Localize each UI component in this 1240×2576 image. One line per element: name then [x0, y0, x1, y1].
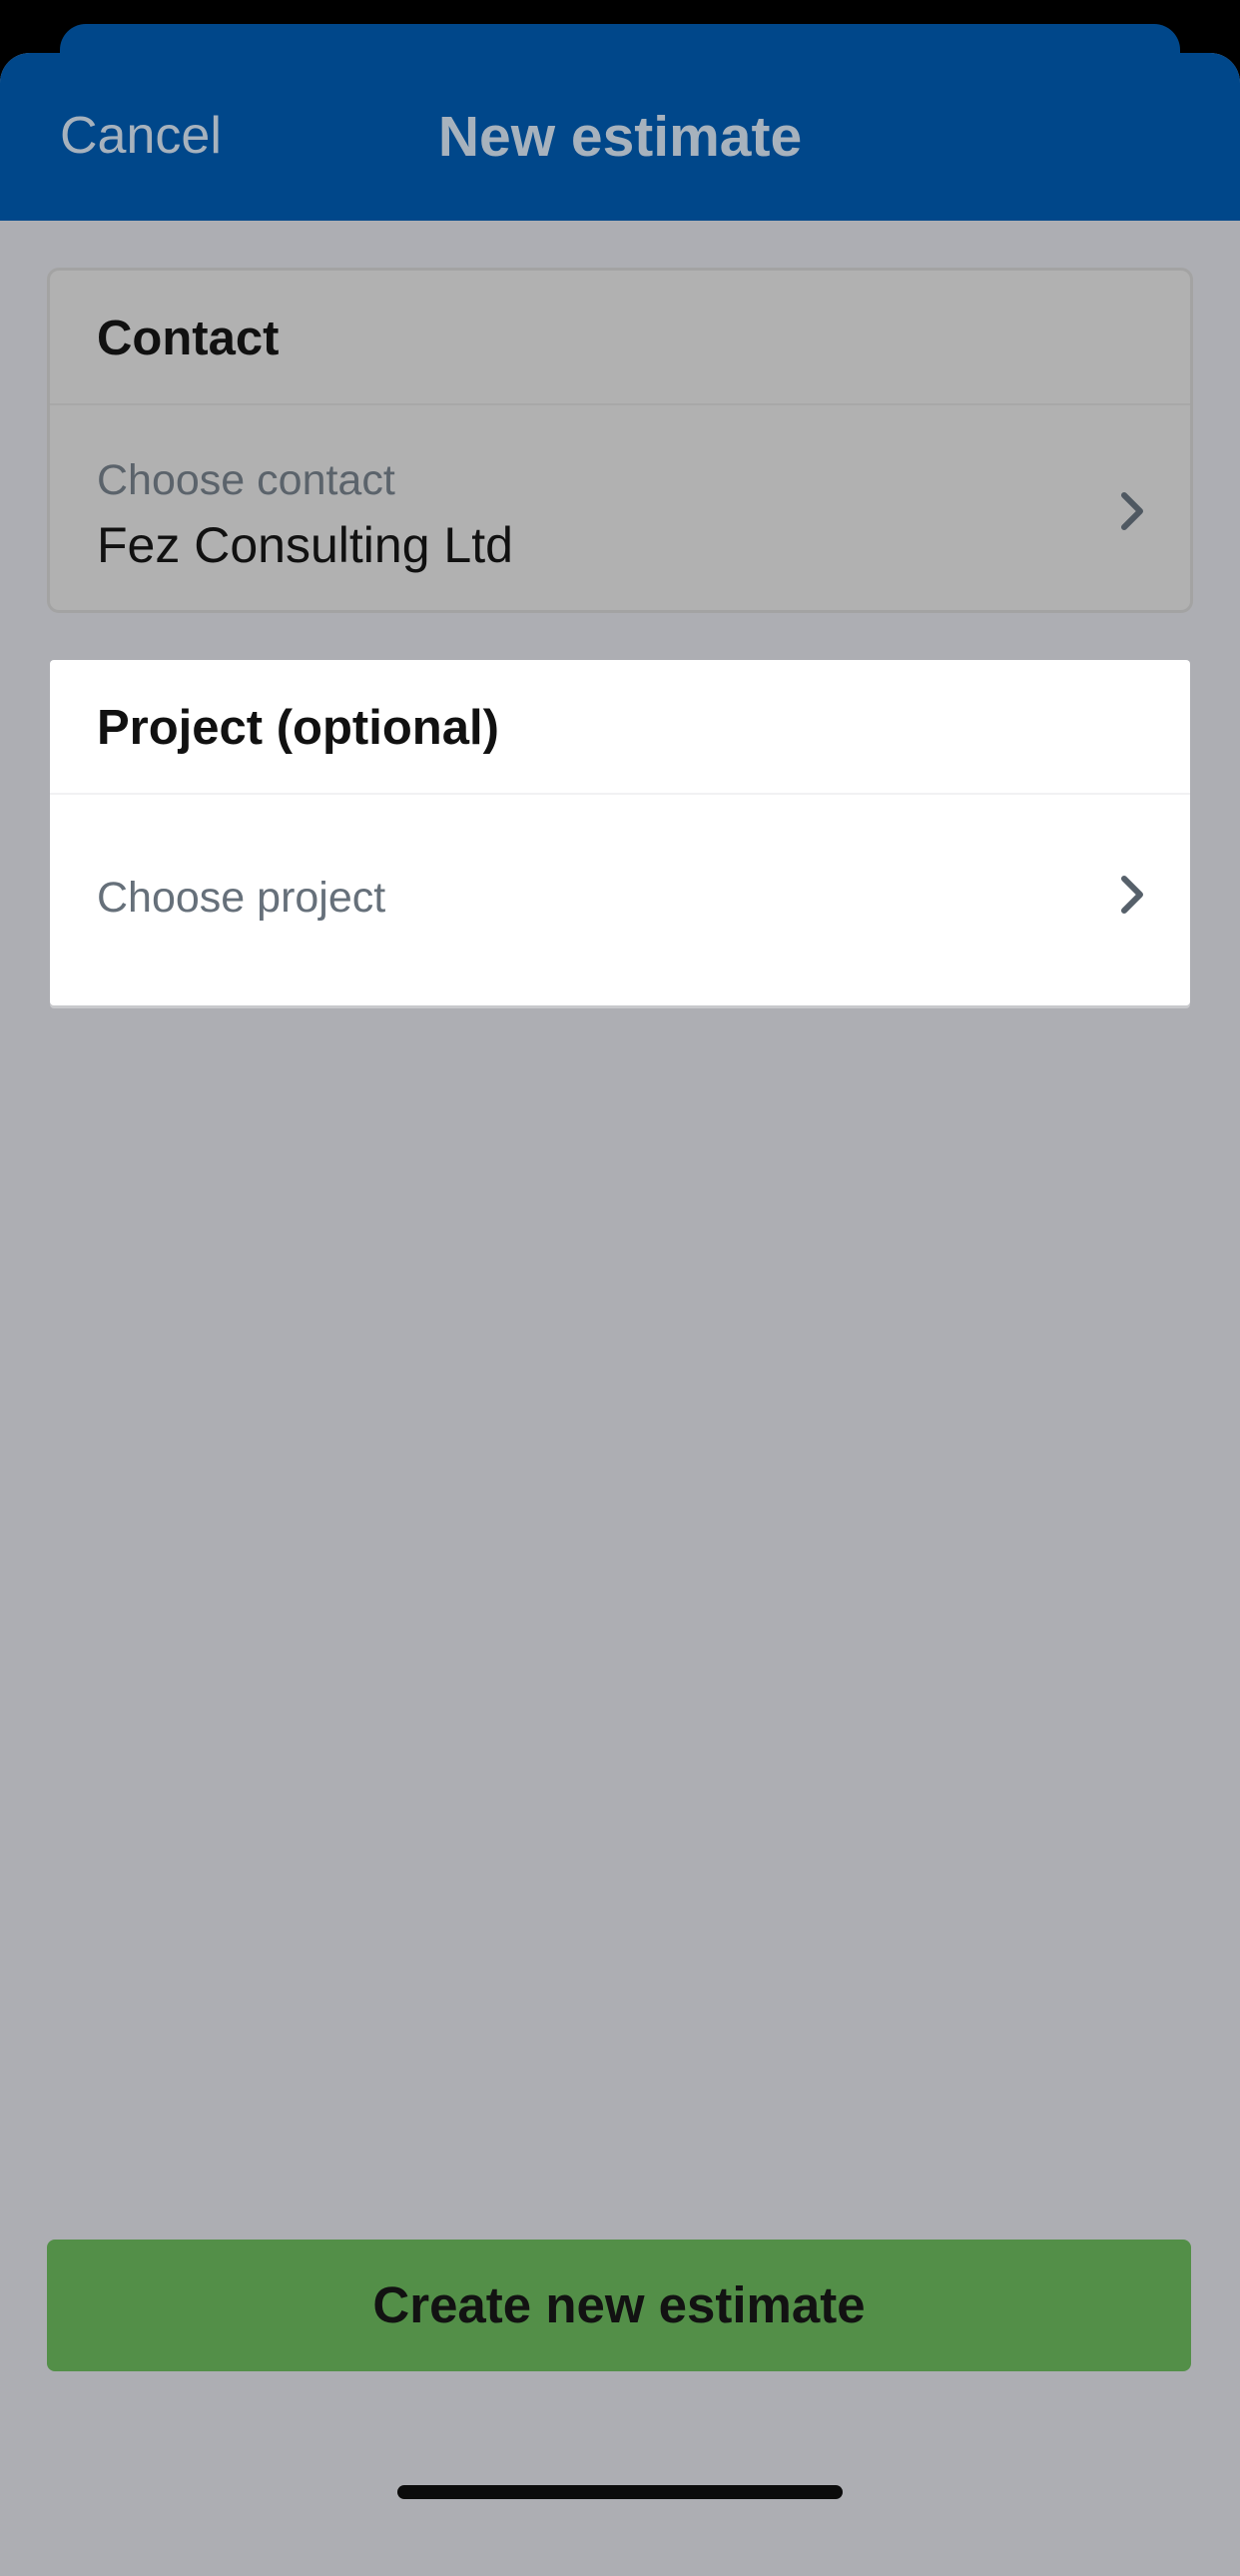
choose-project-row[interactable]: Choose project [50, 795, 1190, 999]
contact-card: Contact Choose contact Fez Consulting Lt… [47, 268, 1193, 613]
new-estimate-sheet: Cancel New estimate Contact Choose conta… [0, 53, 1240, 2576]
project-card: Project (optional) Choose project [50, 660, 1190, 1005]
project-card-title: Project (optional) [97, 701, 499, 755]
navigation-bar: Cancel New estimate [0, 53, 1240, 221]
home-indicator [397, 2485, 843, 2499]
chevron-right-icon [1112, 487, 1152, 535]
contact-card-header: Contact [50, 271, 1190, 405]
project-card-header: Project (optional) [50, 660, 1190, 795]
choose-contact-row[interactable]: Choose contact Fez Consulting Ltd [50, 405, 1190, 610]
selected-contact-value: Fez Consulting Ltd [97, 517, 513, 573]
page-title: New estimate [437, 105, 803, 169]
contact-card-title: Contact [97, 312, 280, 365]
choose-contact-label: Choose contact [97, 456, 395, 504]
choose-project-placeholder: Choose project [97, 874, 386, 922]
create-new-estimate-button[interactable]: Create new estimate [47, 2240, 1191, 2371]
chevron-right-icon [1112, 871, 1152, 919]
